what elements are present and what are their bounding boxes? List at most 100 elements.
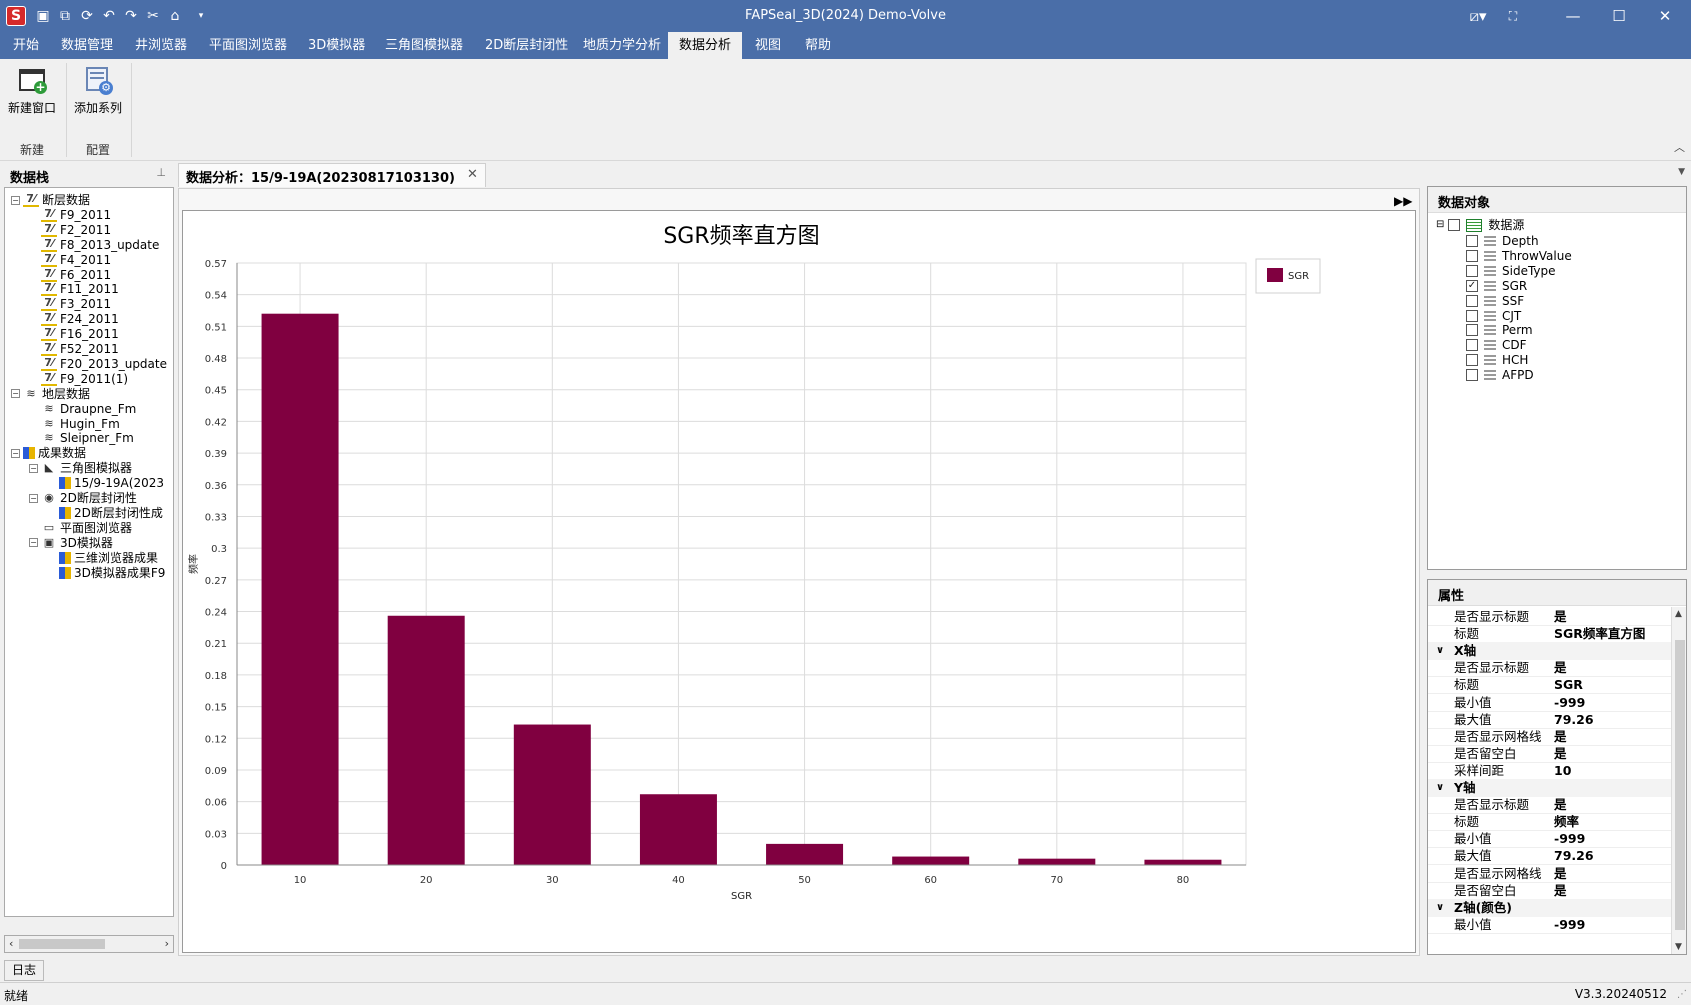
- tab-menu-icon[interactable]: ▼: [1678, 167, 1685, 177]
- menu-start[interactable]: 开始: [2, 32, 50, 59]
- tree-horizontal-scrollbar[interactable]: ‹ ›: [4, 935, 174, 953]
- tab-data-analysis[interactable]: 数据分析：15/9-19A(20230817103130) ✕: [178, 163, 486, 187]
- histogram-chart[interactable]: SGR频率直方图 0 0.03 0.06 0.09 0.12 0.15 0.18 0.21 0.2…: [183, 211, 1417, 954]
- collapse-icon[interactable]: ∨: [1436, 779, 1444, 797]
- checkbox[interactable]: [1466, 369, 1478, 382]
- data-object-item[interactable]: AFPD: [1466, 367, 1534, 383]
- checkbox[interactable]: [1466, 235, 1478, 247]
- checkbox[interactable]: [1466, 264, 1478, 277]
- collapse-icon[interactable]: ∨: [1436, 642, 1444, 660]
- property-row[interactable]: 最大值 79.26: [1428, 847, 1671, 866]
- property-row[interactable]: 最小值 -999: [1428, 916, 1671, 934]
- data-object-item[interactable]: HCH: [1466, 352, 1528, 368]
- data-object-item[interactable]: ✓ SGR: [1466, 278, 1527, 294]
- data-object-item[interactable]: CDF: [1466, 337, 1527, 353]
- collapse-icon[interactable]: −: [11, 389, 20, 399]
- collapse-icon[interactable]: −: [29, 463, 38, 473]
- checkbox[interactable]: [1466, 249, 1478, 262]
- data-object-item[interactable]: Depth: [1466, 233, 1539, 249]
- property-value[interactable]: 是: [1554, 865, 1567, 883]
- property-row[interactable]: 是否显示标题 是: [1428, 796, 1671, 815]
- property-row[interactable]: 是否显示网格线是: [1428, 865, 1671, 883]
- menu-help[interactable]: 帮助: [794, 32, 842, 59]
- property-row[interactable]: 采样间距 10: [1428, 762, 1671, 780]
- menu-data-management[interactable]: 数据管理: [50, 32, 124, 59]
- new-window-button[interactable]: + 新建窗口: [0, 65, 64, 127]
- property-row[interactable]: 是否留空白 是: [1428, 882, 1671, 900]
- scroll-up-icon[interactable]: ▲: [1675, 609, 1682, 619]
- tree-item[interactable]: − ◉ 2D断层封闭性: [29, 490, 137, 506]
- checkbox[interactable]: [1466, 339, 1478, 352]
- property-row[interactable]: 标题 频率: [1428, 813, 1671, 832]
- resize-grip-icon[interactable]: ⋰: [1677, 989, 1687, 1000]
- data-object-item[interactable]: ThrowValue: [1466, 248, 1572, 264]
- tree-item[interactable]: 7⁄ F8_2013_update: [41, 237, 159, 253]
- property-row[interactable]: 是否留空白 是: [1428, 745, 1671, 763]
- tree-item[interactable]: − ◣ 三角图模拟器: [29, 460, 132, 476]
- property-row[interactable]: 是否显示网格线是: [1428, 728, 1671, 746]
- property-row[interactable]: 最大值 79.26: [1428, 711, 1671, 729]
- tree-item[interactable]: ▭ 平面图浏览器: [41, 520, 132, 536]
- property-row[interactable]: 最小值 -999: [1428, 830, 1671, 849]
- data-object-item[interactable]: SideType: [1466, 263, 1556, 279]
- checkbox[interactable]: [1466, 294, 1478, 307]
- tree-item[interactable]: 7⁄ F9_2011(1): [41, 371, 128, 387]
- property-value[interactable]: -999: [1554, 694, 1585, 712]
- collapse-icon[interactable]: −: [11, 195, 20, 205]
- tree-item[interactable]: − ≋ 地层数据: [11, 386, 90, 402]
- property-row[interactable]: 是否显示标题 是: [1428, 608, 1671, 626]
- checkbox[interactable]: [1466, 309, 1478, 322]
- layout-options-icon[interactable]: ⧄▾: [1458, 0, 1498, 32]
- menu-triangle-simulator[interactable]: 三角图模拟器: [374, 32, 474, 59]
- restore-layout-icon[interactable]: ⛶: [1498, 0, 1528, 32]
- maximize-button[interactable]: ☐: [1596, 0, 1642, 32]
- tree-item[interactable]: 15/9-19A(2023: [59, 475, 164, 491]
- property-value[interactable]: 是: [1554, 728, 1567, 746]
- collapse-ribbon-icon[interactable]: ︿: [1674, 139, 1685, 155]
- data-object-item[interactable]: Perm: [1466, 322, 1533, 338]
- menu-view[interactable]: 视图: [744, 32, 792, 59]
- data-source-node[interactable]: ⊟ 数据源: [1436, 217, 1524, 233]
- menu-3d-simulator[interactable]: 3D模拟器: [297, 32, 376, 59]
- collapse-icon[interactable]: −: [11, 448, 20, 458]
- tree-item[interactable]: ≋ Sleipner_Fm: [41, 430, 133, 446]
- tree-item[interactable]: ≋ Hugin_Fm: [41, 416, 119, 432]
- property-value[interactable]: 是: [1554, 608, 1567, 626]
- scrollbar-thumb[interactable]: [19, 939, 105, 949]
- histogram-bar[interactable]: [892, 856, 970, 865]
- histogram-bar[interactable]: [1144, 859, 1222, 865]
- log-tab[interactable]: 日志: [4, 960, 44, 981]
- tree-item[interactable]: ≋ Draupne_Fm: [41, 401, 136, 417]
- checkbox[interactable]: [1466, 354, 1478, 367]
- data-object-item[interactable]: CJT: [1466, 308, 1521, 324]
- checkbox[interactable]: [1466, 324, 1478, 337]
- property-row[interactable]: 最小值 -999: [1428, 694, 1671, 712]
- property-value[interactable]: SGR: [1554, 676, 1583, 694]
- property-row[interactable]: 标题 SGR: [1428, 676, 1671, 695]
- tree-item[interactable]: 3D模拟器成果F9: [59, 565, 165, 581]
- tree-item[interactable]: 2D断层封闭性成: [59, 505, 163, 521]
- property-category[interactable]: ∨ X轴: [1428, 642, 1671, 661]
- collapse-icon[interactable]: −: [29, 493, 38, 503]
- collapse-icon[interactable]: ∨: [1436, 899, 1444, 917]
- property-value[interactable]: 79.26: [1554, 847, 1594, 865]
- property-value[interactable]: 是: [1554, 659, 1567, 677]
- property-value[interactable]: -999: [1554, 916, 1585, 934]
- scroll-left-icon[interactable]: ‹: [9, 937, 13, 950]
- property-category[interactable]: ∨ Y轴: [1428, 779, 1671, 797]
- menu-data-analysis[interactable]: 数据分析: [668, 32, 743, 59]
- close-tab-icon[interactable]: ✕: [467, 167, 478, 182]
- collapse-icon[interactable]: −: [29, 538, 38, 548]
- property-category[interactable]: ∨ Z轴(颜色): [1428, 898, 1671, 917]
- minimize-button[interactable]: —: [1550, 0, 1596, 32]
- tree-item[interactable]: 三维浏览器成果: [59, 550, 158, 566]
- data-object-item[interactable]: SSF: [1466, 293, 1524, 309]
- histogram-bar[interactable]: [766, 843, 844, 865]
- property-value[interactable]: 频率: [1554, 813, 1579, 831]
- menu-well-browser[interactable]: 井浏览器: [124, 32, 198, 59]
- checkbox[interactable]: ✓: [1466, 279, 1478, 292]
- histogram-bar[interactable]: [1018, 858, 1096, 865]
- menu-map-browser[interactable]: 平面图浏览器: [198, 32, 298, 59]
- collapse-icon[interactable]: ⊟: [1436, 217, 1444, 233]
- tree-item[interactable]: − 成果数据: [11, 445, 86, 461]
